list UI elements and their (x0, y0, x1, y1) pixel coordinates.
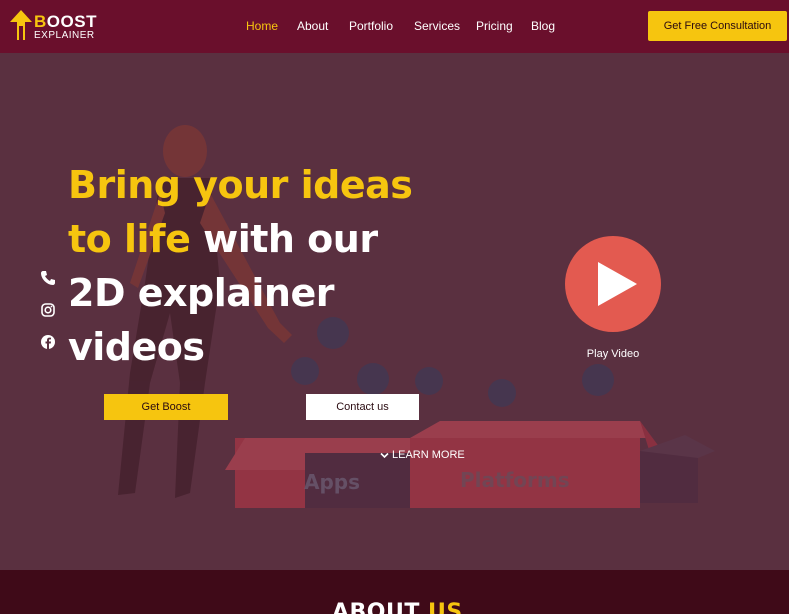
logo-wordmark: BOOST (34, 12, 97, 31)
facebook-icon[interactable] (40, 334, 56, 350)
headline-line1: Bring your ideas (68, 163, 413, 207)
nav-portfolio[interactable]: Portfolio (349, 19, 393, 33)
get-free-consultation-button[interactable]: Get Free Consultation (648, 11, 787, 41)
platforms-label: Platforms (460, 468, 570, 492)
hero-headline: Bring your ideas to life with our 2D exp… (68, 158, 468, 374)
chevron-down-icon (380, 452, 389, 458)
nav-blog[interactable]: Blog (531, 19, 555, 33)
headline-line2-highlight: to life (68, 217, 191, 261)
about-title: ABOUT US (332, 600, 463, 614)
learn-more-link[interactable]: LEARN MORE (380, 448, 465, 462)
phone-icon[interactable] (40, 270, 56, 286)
about-section: ABOUT US (0, 570, 789, 614)
nav-services[interactable]: Services (414, 19, 460, 33)
boost-explainer-logo[interactable]: BOOST EXPLAINER (10, 10, 100, 44)
site-header: BOOST EXPLAINER Home About Portfolio Ser… (0, 0, 789, 53)
hero-section: Apps Platforms Bring your ideas to life … (0, 53, 789, 570)
nav-about[interactable]: About (297, 19, 328, 33)
arrow-up-icon (10, 10, 32, 40)
contact-us-button[interactable]: Contact us (306, 394, 419, 420)
headline-line2-rest: with our (190, 217, 378, 261)
play-video-button[interactable] (565, 236, 661, 332)
logo-subtext: EXPLAINER (34, 30, 95, 41)
headline-line4: videos (68, 325, 205, 369)
play-video-label: Play Video (586, 348, 640, 360)
apps-label: Apps (304, 470, 360, 494)
instagram-icon[interactable] (40, 302, 56, 318)
nav-home[interactable]: Home (246, 19, 278, 33)
nav-pricing[interactable]: Pricing (476, 19, 513, 33)
headline-line3: 2D explainer (68, 271, 334, 315)
learn-more-label: LEARN MORE (392, 449, 465, 461)
get-boost-button[interactable]: Get Boost (104, 394, 228, 420)
play-icon (598, 262, 637, 306)
